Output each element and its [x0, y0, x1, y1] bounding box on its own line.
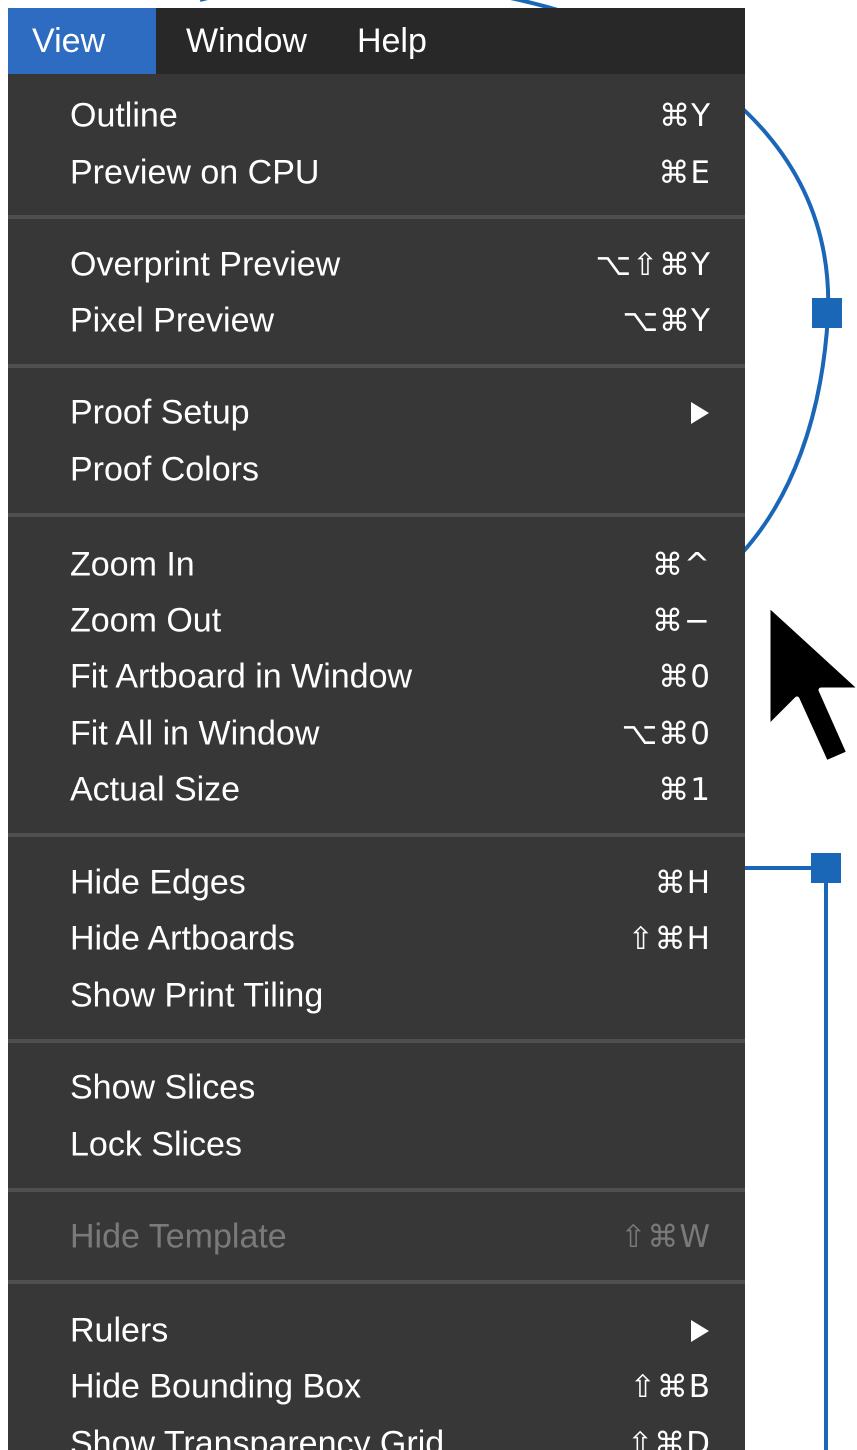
- menu-item-label: Overprint Preview: [70, 245, 341, 283]
- menu-item-label: Preview on CPU: [70, 153, 320, 191]
- menu-item-shortcut: ⌘−: [652, 602, 711, 639]
- menu-item-label: Lock Slices: [70, 1125, 242, 1163]
- menu-item-show-slices[interactable]: Show Slices: [8, 1059, 745, 1116]
- menubar: View Window Help: [8, 8, 745, 74]
- menu-item-label: Hide Template: [70, 1217, 287, 1255]
- menu-item-shortcut: ⇧⌘W: [620, 1218, 711, 1255]
- menu-item-lock-slices[interactable]: Lock Slices: [8, 1116, 745, 1173]
- submenu-arrow-icon: [691, 1319, 709, 1342]
- menu-item-zoom-out[interactable]: Zoom Out ⌘−: [8, 592, 745, 649]
- menu-item-shortcut: ⇧⌘H: [627, 920, 711, 957]
- menubar-help[interactable]: Help: [337, 8, 447, 74]
- menu-item-pixel-preview[interactable]: Pixel Preview ⌥⌘Y: [8, 292, 745, 349]
- menu-item-label: Show Slices: [70, 1068, 256, 1106]
- menu-item-fit-artboard-in-window[interactable]: Fit Artboard in Window ⌘0: [8, 648, 745, 705]
- menu-item-fit-all-in-window[interactable]: Fit All in Window ⌥⌘0: [8, 705, 745, 762]
- menu-item-outline[interactable]: Outline ⌘Y: [8, 87, 745, 144]
- menu-item-label: Show Print Tiling: [70, 976, 324, 1014]
- menu-item-shortcut: ⇧⌘B: [629, 1368, 711, 1405]
- menu-item-proof-setup[interactable]: Proof Setup: [8, 384, 745, 441]
- menu-item-label: Hide Artboards: [70, 919, 295, 957]
- submenu-arrow-icon: [691, 401, 709, 424]
- menu-item-label: Hide Bounding Box: [70, 1367, 362, 1405]
- menu-item-proof-colors[interactable]: Proof Colors: [8, 441, 745, 498]
- menu-item-shortcut: ⌥⇧⌘Y: [595, 246, 711, 283]
- menu-item-shortcut: ⌘H: [654, 864, 711, 901]
- menu-item-overprint-preview[interactable]: Overprint Preview ⌥⇧⌘Y: [8, 236, 745, 293]
- view-menu-dropdown: Outline ⌘Y Preview on CPU ⌘E Overprint P…: [8, 74, 745, 1450]
- menu-item-show-transparency-grid[interactable]: Show Transparency Grid ⇧⌘D: [8, 1415, 745, 1450]
- menu-item-label: Show Transparency Grid: [70, 1424, 445, 1450]
- menu-item-shortcut: ⌘E: [658, 154, 711, 191]
- menu-item-hide-artboards[interactable]: Hide Artboards ⇧⌘H: [8, 910, 745, 967]
- menu-separator: [8, 215, 745, 219]
- menu-item-shortcut: ⇧⌘D: [627, 1425, 711, 1450]
- menu-item-label: Fit Artboard in Window: [70, 657, 413, 695]
- menu-item-zoom-in[interactable]: Zoom In ⌘^: [8, 536, 745, 593]
- menu-item-hide-edges[interactable]: Hide Edges ⌘H: [8, 854, 745, 911]
- menubar-view[interactable]: View: [8, 8, 156, 74]
- menu-item-label: Fit All in Window: [70, 714, 320, 752]
- menu-separator: [8, 513, 745, 517]
- menu-item-shortcut: ⌘0: [658, 658, 711, 695]
- menu-item-shortcut: ⌘1: [658, 771, 711, 808]
- menu-item-actual-size[interactable]: Actual Size ⌘1: [8, 761, 745, 818]
- menu-item-preview-on-cpu[interactable]: Preview on CPU ⌘E: [8, 144, 745, 201]
- menu-item-label: Zoom Out: [70, 601, 222, 639]
- menu-separator: [8, 1188, 745, 1192]
- menu-item-label: Pixel Preview: [70, 301, 275, 339]
- menu-item-show-print-tiling[interactable]: Show Print Tiling: [8, 967, 745, 1024]
- menu-item-hide-template: Hide Template ⇧⌘W: [8, 1208, 745, 1265]
- menu-separator: [8, 364, 745, 368]
- menu-item-hide-bounding-box[interactable]: Hide Bounding Box ⇧⌘B: [8, 1358, 745, 1415]
- annotation-handle-top: [812, 298, 842, 328]
- annotation-leader-line: [745, 866, 828, 1450]
- screenshot-stage: View Window Help Outline ⌘Y Preview on C…: [0, 0, 857, 1450]
- menu-item-label: Zoom In: [70, 545, 195, 583]
- menu-item-shortcut: ⌘Y: [659, 97, 711, 134]
- menu-separator: [8, 1280, 745, 1284]
- menu-item-shortcut: ⌥⌘Y: [622, 302, 711, 339]
- menu-item-label: Rulers: [70, 1311, 169, 1349]
- menu-item-rulers[interactable]: Rulers: [8, 1302, 745, 1359]
- menubar-window[interactable]: Window: [156, 8, 337, 74]
- menu-item-shortcut: ⌘^: [652, 546, 711, 583]
- menu-item-label: Hide Edges: [70, 863, 246, 901]
- menu-separator: [8, 1039, 745, 1043]
- menu-separator: [8, 833, 745, 837]
- menu-item-label: Proof Setup: [70, 393, 250, 431]
- menu-item-label: Actual Size: [70, 770, 241, 808]
- menu-item-label: Proof Colors: [70, 450, 259, 488]
- menu-item-label: Outline: [70, 96, 178, 134]
- menu-item-shortcut: ⌥⌘0: [621, 715, 711, 752]
- annotation-handle-bottom: [811, 853, 841, 883]
